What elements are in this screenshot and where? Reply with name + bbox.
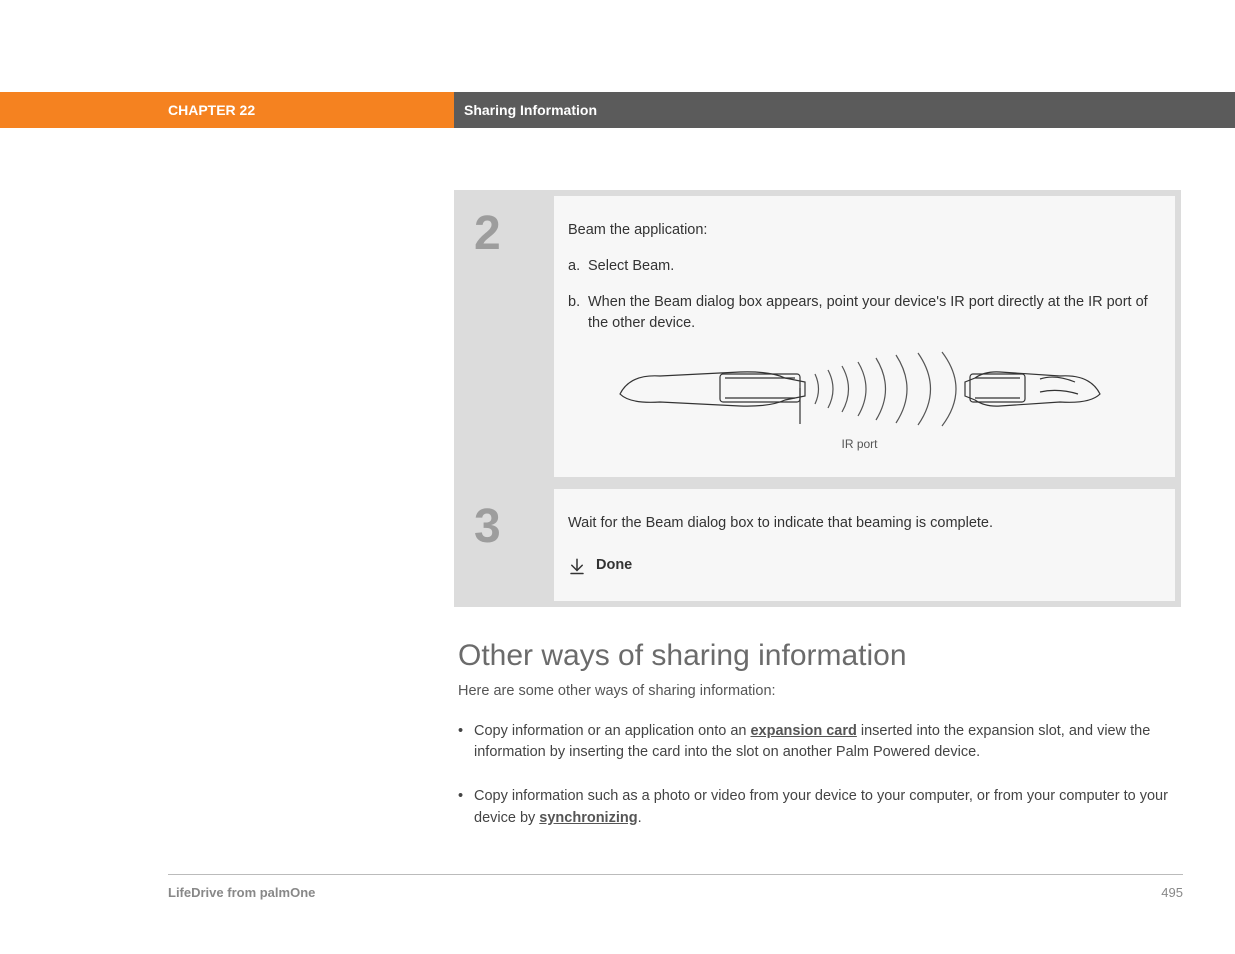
done-indicator: Done	[568, 555, 1151, 577]
step-2b-letter: b.	[568, 292, 588, 336]
step-2b-text: When the Beam dialog box appears, point …	[588, 292, 1151, 336]
page-footer: LifeDrive from palmOne 495	[168, 874, 1183, 900]
step-3-number: 3	[460, 489, 554, 601]
chapter-block: CHAPTER 22	[0, 92, 454, 128]
bullet-dot: •	[458, 721, 474, 765]
step-2-content: Beam the application: a. Select Beam. b.…	[554, 196, 1175, 477]
main-content: 2 Beam the application: a. Select Beam. …	[454, 190, 1181, 852]
step-2a: a. Select Beam.	[568, 256, 1151, 278]
synchronizing-link[interactable]: synchronizing	[539, 810, 637, 826]
page-number: 495	[1161, 885, 1183, 900]
page-header: CHAPTER 22 Sharing Information	[0, 92, 1235, 128]
done-text: Done	[596, 555, 632, 577]
bullet-2-text: Copy information such as a photo or vide…	[474, 786, 1181, 830]
step-2a-text: Select Beam.	[588, 256, 674, 278]
section-title-text: Sharing Information	[464, 102, 597, 118]
step-2a-letter: a.	[568, 256, 588, 278]
beam-illustration	[568, 349, 1151, 429]
chapter-label: CHAPTER 22	[168, 102, 255, 118]
other-ways-heading: Other ways of sharing information	[458, 639, 1181, 673]
expansion-card-link[interactable]: expansion card	[750, 723, 856, 739]
bullet-dot: •	[458, 786, 474, 830]
header-spacer	[1183, 92, 1235, 128]
other-ways-intro: Here are some other ways of sharing info…	[458, 683, 1181, 699]
step-3-box: 3 Wait for the Beam dialog box to indica…	[454, 483, 1181, 607]
step-2-intro: Beam the application:	[568, 220, 1151, 242]
sharing-bullets: • Copy information or an application ont…	[458, 721, 1181, 830]
step-2b: b. When the Beam dialog box appears, poi…	[568, 292, 1151, 336]
bullet-1-text: Copy information or an application onto …	[474, 721, 1181, 765]
bullet-synchronizing: • Copy information such as a photo or vi…	[458, 786, 1181, 830]
step-2-number: 2	[460, 196, 554, 477]
section-title-block: Sharing Information	[454, 92, 1183, 128]
down-arrow-icon	[568, 557, 586, 575]
bullet-expansion-card: • Copy information or an application ont…	[458, 721, 1181, 765]
step-2-box: 2 Beam the application: a. Select Beam. …	[454, 190, 1181, 483]
step-3-content: Wait for the Beam dialog box to indicate…	[554, 489, 1175, 601]
product-name: LifeDrive from palmOne	[168, 885, 315, 900]
ir-port-label: IR port	[568, 435, 1151, 453]
step-3-text: Wait for the Beam dialog box to indicate…	[568, 513, 1151, 535]
beam-diagram-svg	[610, 344, 1110, 434]
